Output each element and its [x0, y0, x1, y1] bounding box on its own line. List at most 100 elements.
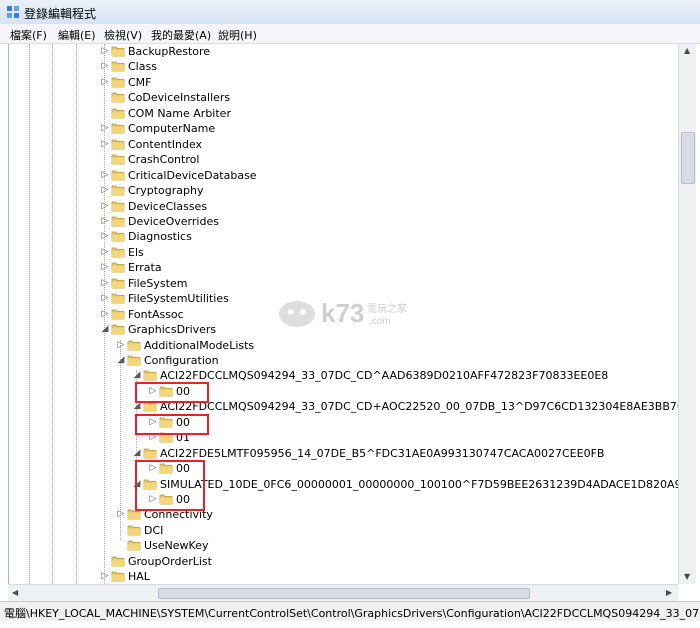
collapse-arrow-icon[interactable]: ◢ [132, 369, 142, 381]
folder-icon [127, 354, 141, 366]
tree-node-label: Diagnostics [128, 230, 192, 243]
expand-arrow-icon[interactable]: ▷ [100, 230, 110, 242]
tree-node-label: Configuration [144, 354, 219, 367]
tree-guide-line [76, 44, 77, 584]
tree-node-label: Errata [128, 261, 162, 274]
expand-arrow-icon[interactable]: ▷ [100, 570, 110, 582]
folder-icon [127, 339, 141, 351]
expand-arrow-icon[interactable]: ▷ [100, 308, 110, 320]
scroll-right-arrow-icon[interactable]: ▶ [666, 588, 672, 597]
expand-arrow-icon[interactable]: ▷ [100, 138, 110, 150]
expand-arrow-icon[interactable]: ▷ [100, 122, 110, 134]
folder-icon [111, 200, 125, 212]
expand-arrow-icon[interactable]: ▷ [100, 76, 110, 88]
menu-bar: 檔案(F) 編輯(E) 檢視(V) 我的最愛(A) 說明(H) [0, 24, 700, 44]
tree-node-label: ACI22FDE5LMTF095956_14_07DE_B5^FDC31AE0A… [160, 447, 605, 460]
tree-node-label: GraphicsDrivers [128, 323, 217, 336]
tree-node-label: Cryptography [128, 184, 204, 197]
tree-node-label: CMF [128, 76, 152, 89]
tree-node-label: SIMULATED_10DE_0FC6_00000001_00000000_10… [160, 478, 679, 491]
tree-node-label: CrashControl [128, 153, 200, 166]
folder-icon [111, 292, 125, 304]
tree-node-label: Class [128, 60, 157, 73]
folder-icon [111, 184, 125, 196]
expand-arrow-icon[interactable]: ▷ [100, 184, 110, 196]
expand-arrow-icon[interactable]: ▷ [100, 261, 110, 273]
scroll-up-arrow-icon[interactable]: ▲ [684, 46, 690, 55]
tree-node-label: DeviceClasses [128, 200, 208, 213]
folder-icon [111, 230, 125, 242]
expand-arrow-icon[interactable]: ▷ [100, 292, 110, 304]
folder-icon [111, 323, 125, 335]
folder-icon [143, 369, 157, 381]
folder-icon [111, 91, 125, 103]
tree-node-label: ACI22FDCCLMQS094294_33_07DC_CD+AOC22520_… [160, 400, 679, 413]
regedit-app-icon [7, 6, 19, 18]
menu-favorites[interactable]: 我的最愛(A) [151, 27, 211, 43]
watermark-brand: k73 [321, 298, 364, 328]
tree-node-label: CriticalDeviceDatabase [128, 169, 257, 182]
expand-arrow-icon[interactable]: ▷ [100, 45, 110, 57]
window-title: 登錄編輯程式 [24, 7, 97, 21]
status-bar: 電腦\HKEY_LOCAL_MACHINE\SYSTEM\CurrentCont… [0, 601, 700, 621]
folder-icon [111, 169, 125, 181]
folder-icon [111, 138, 125, 150]
expand-arrow-icon[interactable]: ▷ [100, 277, 110, 289]
expand-arrow-icon[interactable]: ▷ [100, 246, 110, 258]
tree-node-label: GroupOrderList [128, 555, 212, 568]
horizontal-scroll-thumb[interactable] [158, 588, 530, 599]
vertical-scroll-thumb[interactable] [681, 132, 695, 184]
folder-icon [111, 76, 125, 88]
watermark-domain: .com [369, 316, 391, 327]
folder-icon [111, 570, 125, 582]
menu-help[interactable]: 說明(H) [218, 27, 257, 43]
registry-tree[interactable]: ▷ BackupRestore ▷ Class ▷ CMF CoDeviceInstalle… [8, 44, 679, 584]
registry-path: 電腦\HKEY_LOCAL_MACHINE\SYSTEM\CurrentCont… [4, 607, 700, 620]
scroll-left-arrow-icon[interactable]: ◀ [12, 588, 18, 597]
vertical-scrollbar[interactable]: ▲ ▼ [678, 44, 696, 584]
collapse-arrow-icon[interactable]: ◢ [100, 323, 110, 335]
menu-file[interactable]: 檔案(F) [10, 27, 47, 43]
folder-icon [127, 539, 141, 551]
folder-icon [111, 107, 125, 119]
expand-arrow-icon[interactable]: ▷ [116, 508, 126, 520]
expand-arrow-icon[interactable]: ▷ [100, 215, 110, 227]
folder-icon [111, 60, 125, 72]
horizontal-scrollbar[interactable]: ◀ ▶ [8, 584, 678, 601]
tree-node-label: DCI [144, 524, 164, 537]
folder-icon [111, 555, 125, 567]
collapse-arrow-icon[interactable]: ◢ [132, 447, 142, 459]
k73-watermark-logo: k73 電玩之家 .com [279, 298, 407, 328]
menu-edit[interactable]: 編輯(E) [58, 27, 96, 43]
tree-node-label: ACI22FDCCLMQS094294_33_07DC_CD^AAD6389D0… [160, 369, 609, 382]
highlight-box [135, 414, 209, 435]
highlight-box [135, 460, 205, 511]
expand-arrow-icon[interactable]: ▷ [100, 60, 110, 72]
folder-icon [111, 261, 125, 273]
expand-arrow-icon[interactable]: ▷ [100, 200, 110, 212]
expand-arrow-icon[interactable]: ▷ [100, 169, 110, 181]
tree-node-label: ComputerName [128, 122, 216, 135]
tree-node-label: HAL [128, 570, 150, 583]
tree-node-label: FileSystemUtilities [128, 292, 229, 305]
scroll-down-arrow-icon[interactable]: ▼ [684, 572, 690, 581]
menu-view[interactable]: 檢視(V) [104, 27, 142, 43]
folder-icon [143, 447, 157, 459]
folder-icon [111, 277, 125, 289]
folder-icon [111, 215, 125, 227]
collapse-arrow-icon[interactable]: ◢ [116, 354, 126, 366]
tree-node-label: BackupRestore [128, 45, 211, 58]
expand-arrow-icon[interactable]: ▷ [116, 339, 126, 351]
tree-node-label: ContentIndex [128, 138, 203, 151]
folder-icon [111, 122, 125, 134]
tree-node-label: COM Name Arbiter [128, 107, 231, 120]
tree-node-label: DeviceOverrides [128, 215, 219, 228]
tree-node-label: AdditionalModeLists [144, 339, 255, 352]
folder-icon [127, 524, 141, 536]
